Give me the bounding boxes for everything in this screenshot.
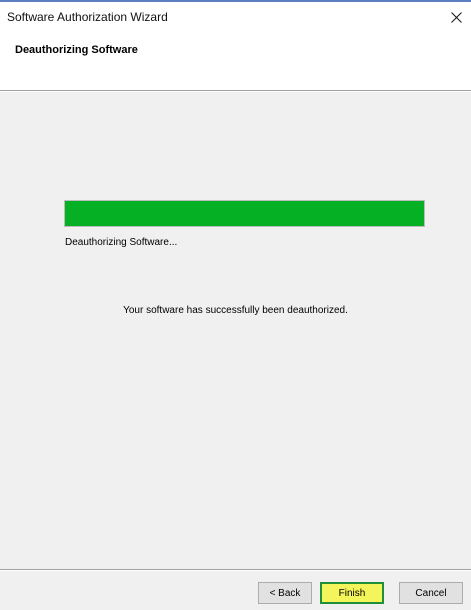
progress-bar: [64, 200, 425, 227]
header-divider-highlight: [0, 91, 471, 92]
wizard-header: Deauthorizing Software: [0, 32, 471, 90]
close-icon: [450, 11, 462, 23]
back-button[interactable]: < Back: [258, 582, 312, 604]
progress-bar-fill: [65, 201, 424, 226]
footer-divider-highlight: [0, 570, 471, 571]
progress-status-text: Deauthorizing Software...: [65, 237, 178, 248]
cancel-button[interactable]: Cancel: [399, 582, 463, 604]
title-bar: Software Authorization Wizard: [0, 2, 471, 32]
finish-button[interactable]: Finish: [320, 582, 384, 604]
page-title: Deauthorizing Software: [15, 44, 138, 56]
close-button[interactable]: [441, 2, 471, 32]
window-title: Software Authorization Wizard: [7, 10, 168, 24]
success-message: Your software has successfully been deau…: [123, 305, 348, 316]
